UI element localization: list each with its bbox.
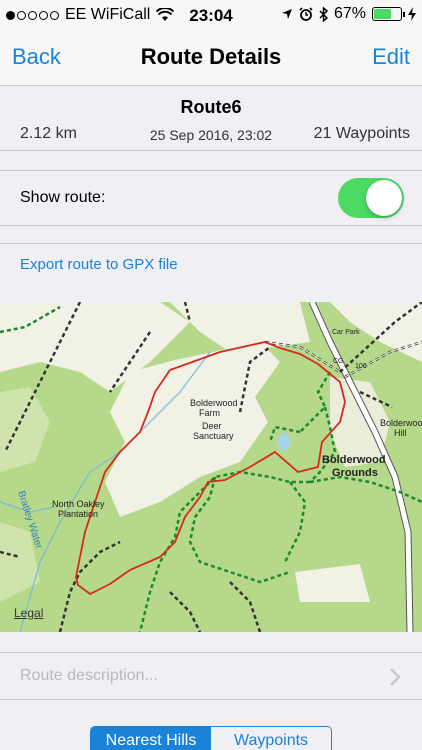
toggle-knob: [366, 180, 402, 216]
alarm-clock-icon: [299, 7, 313, 21]
map-label: Bolderwood: [190, 398, 238, 408]
route-description-row[interactable]: Route description...: [0, 652, 422, 700]
show-route-toggle[interactable]: [338, 178, 404, 218]
show-route-row: Show route:: [0, 170, 422, 226]
map-label: Car Park: [332, 329, 360, 336]
export-gpx-link[interactable]: Export route to GPX file: [20, 256, 178, 273]
route-name: Route6: [180, 97, 242, 117]
tab-nearest-hills[interactable]: Nearest Hills: [91, 727, 211, 750]
status-bar: EE WiFiCall 23:04 67%: [0, 0, 422, 30]
segmented-control: Nearest Hills Waypoints: [90, 726, 332, 750]
map-label: Hill: [394, 428, 407, 438]
map-label: 100: [355, 363, 367, 370]
map-label: Sanctuary: [193, 431, 234, 441]
tab-waypoints[interactable]: Waypoints: [211, 727, 331, 750]
show-route-label: Show route:: [20, 189, 106, 206]
map-label: Deer: [202, 421, 222, 431]
bluetooth-icon: [319, 6, 328, 22]
map-pond: [278, 433, 290, 451]
route-description-placeholder: Route description...: [20, 667, 158, 684]
map-label: Farm: [199, 408, 220, 418]
edit-button[interactable]: Edit: [372, 44, 410, 70]
battery-percent: 67%: [333, 5, 366, 22]
page-title: Route Details: [140, 44, 282, 69]
status-right: 67%: [281, 5, 416, 23]
route-map[interactable]: Bolderwood Farm Deer Sanctuary North Oak…: [0, 302, 422, 632]
chevron-right-icon: [390, 668, 401, 686]
route-summary: Route6 2.12 km 25 Sep 2016, 23:02 21 Way…: [0, 87, 422, 151]
export-row: Export route to GPX file: [0, 243, 422, 285]
location-arrow-icon: [281, 9, 292, 19]
battery-icon: [372, 7, 405, 21]
map-label: Bolderwood: [322, 454, 386, 466]
route-waypoint-count: 21 Waypoints: [313, 125, 410, 142]
map-label: Plantation: [58, 509, 98, 519]
map-label: North Oakley: [52, 499, 105, 509]
charging-bolt-icon: [408, 7, 416, 21]
navigation-bar: Back Route Details Edit: [0, 30, 422, 86]
map-canvas: Bolderwood Farm Deer Sanctuary North Oak…: [0, 302, 422, 632]
map-label: Grounds: [332, 467, 378, 479]
map-label: Bolderwood: [380, 418, 422, 428]
map-legal-link[interactable]: Legal: [14, 606, 43, 620]
map-label: CG: [333, 358, 344, 365]
